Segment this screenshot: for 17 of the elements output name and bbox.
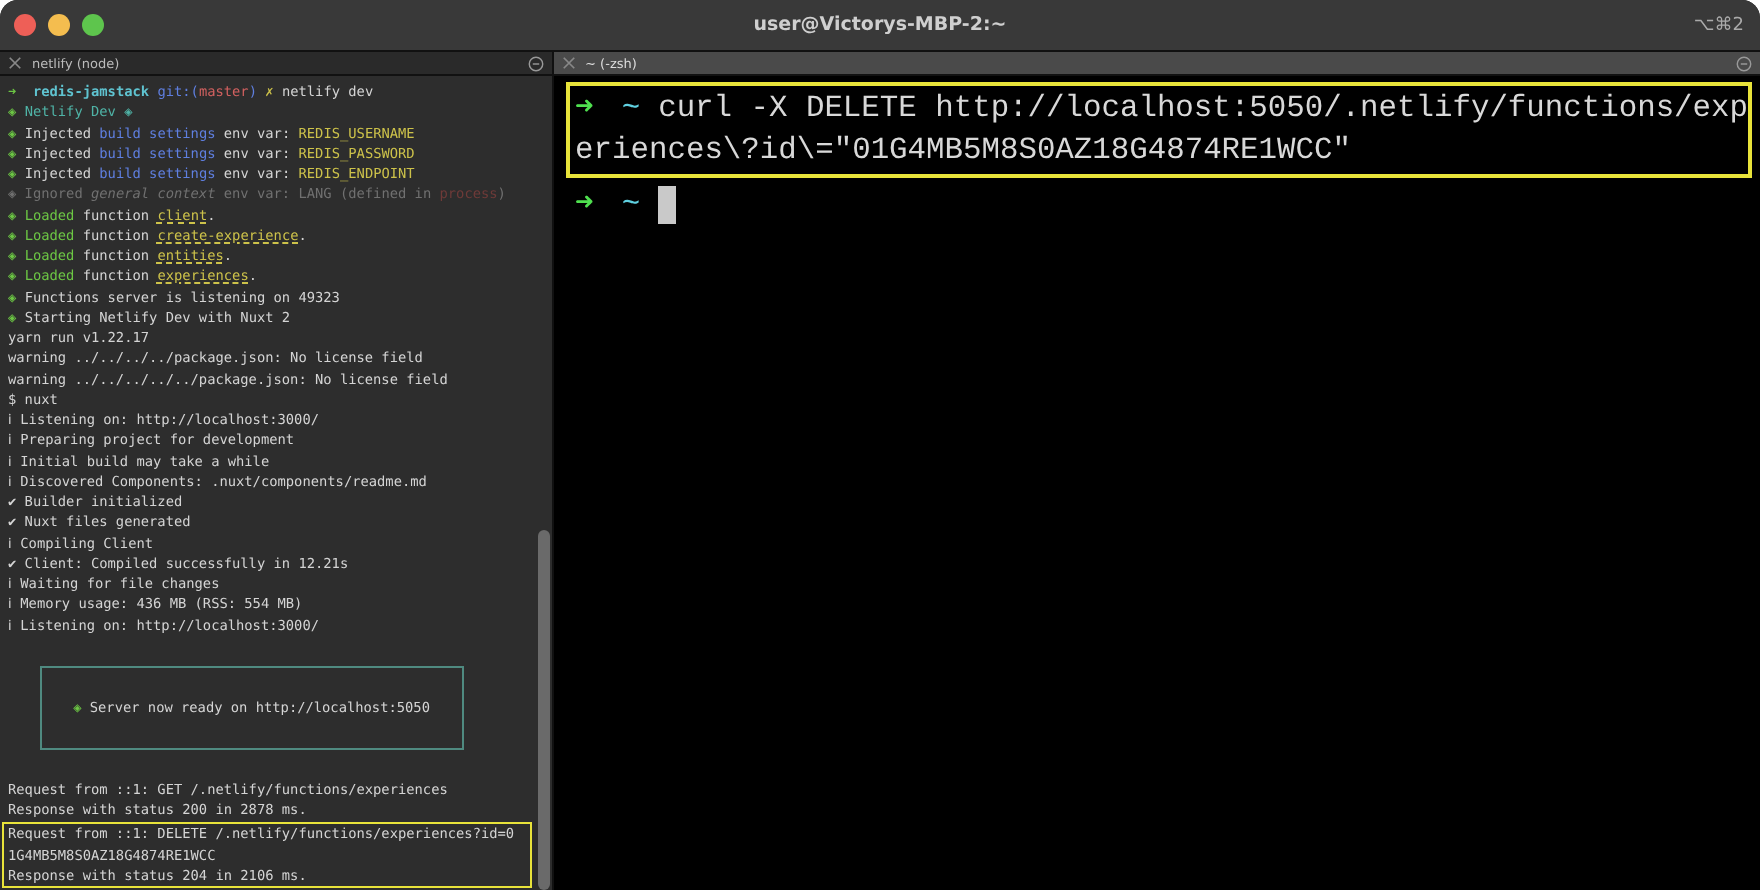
command-text: curl -X DELETE http://localhost:5050/.netlify/functions/exp <box>658 88 1748 130</box>
options-icon[interactable] <box>527 55 544 71</box>
command-text: eriences\?id\="01G4MB5M8S0AZ18G4874RE1WCC" <box>575 130 1353 172</box>
close-button[interactable] <box>14 14 36 36</box>
close-icon[interactable] <box>561 56 576 70</box>
maximize-button[interactable] <box>82 14 104 36</box>
prompt-directory: ~ <box>621 184 641 226</box>
minimize-button[interactable] <box>48 14 70 36</box>
window-title: user@Victorys-MBP-2:~ <box>753 14 1007 36</box>
prompt-arrow: ➜ <box>575 184 594 226</box>
options-icon[interactable] <box>1736 55 1752 71</box>
scrollbar-thumb[interactable] <box>537 530 550 890</box>
close-icon[interactable] <box>8 56 22 70</box>
text-cursor <box>658 186 677 224</box>
prompt-arrow: ➜ <box>575 88 594 130</box>
prompt-directory: ~ <box>621 88 641 130</box>
shortcut-label: ⌥⌘2 <box>1693 15 1744 35</box>
